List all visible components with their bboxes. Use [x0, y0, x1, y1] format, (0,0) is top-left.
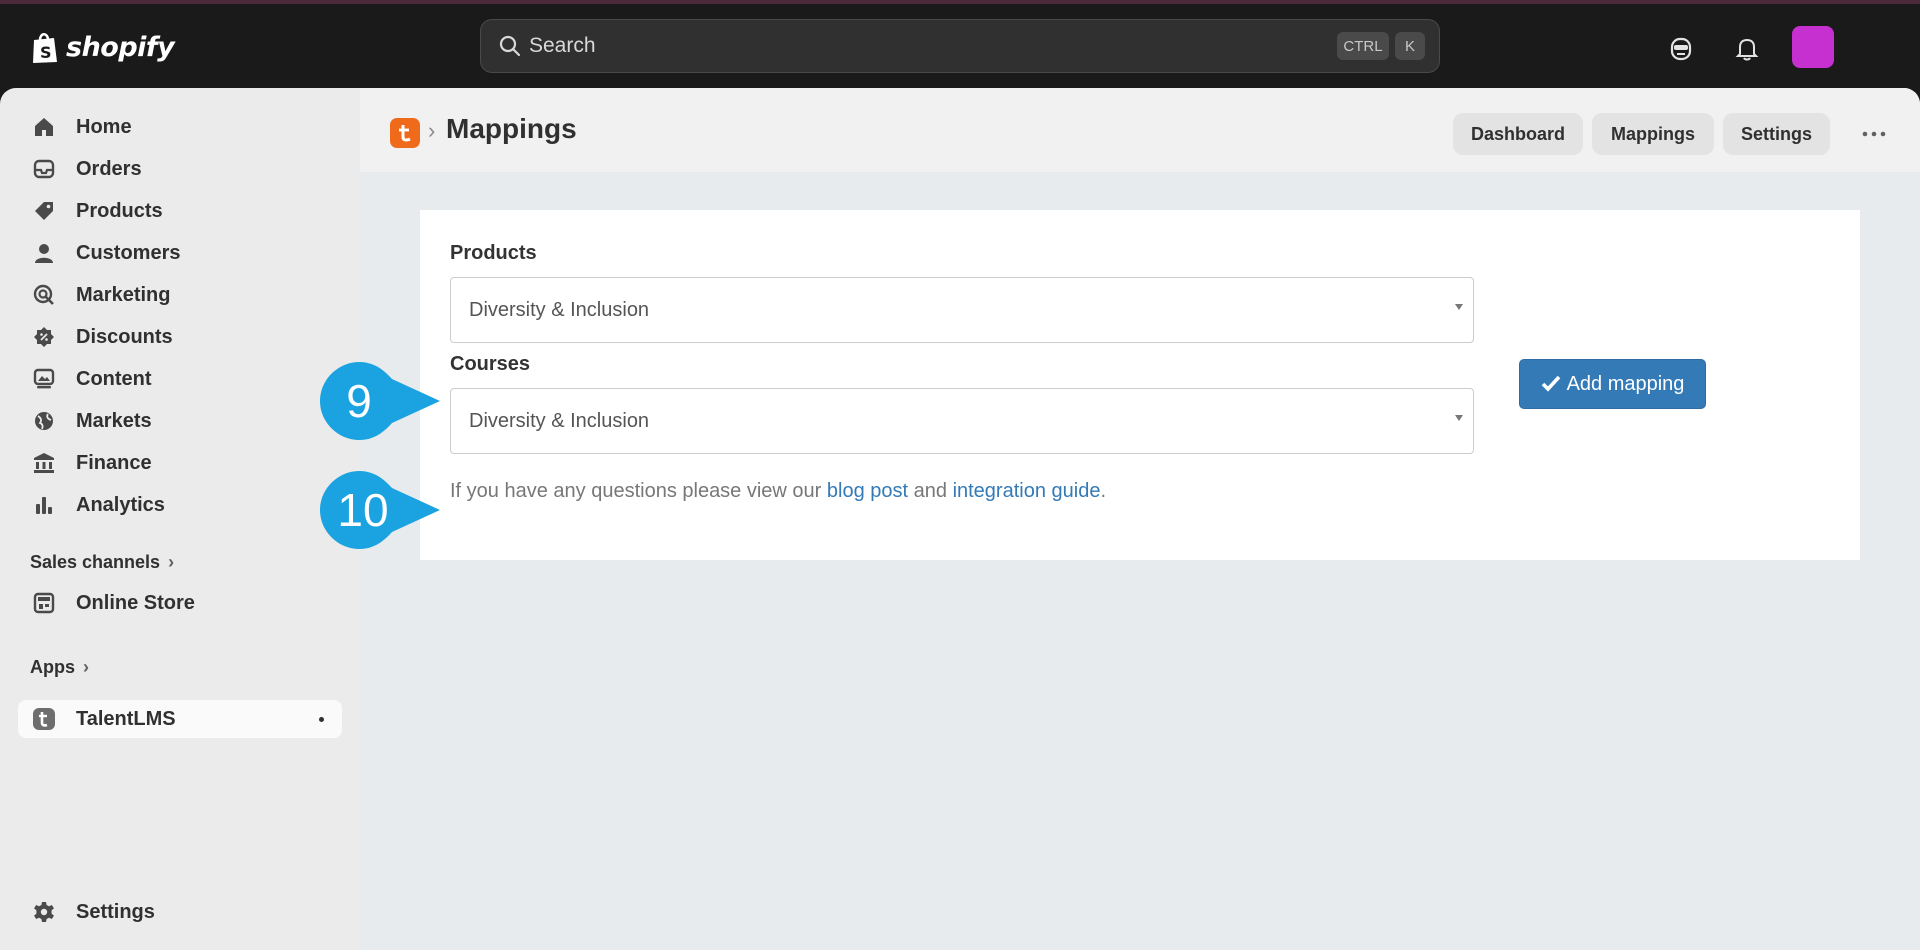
- top-bar: S shopify Search CTRL K: [0, 4, 1920, 88]
- courses-label: Courses: [450, 353, 531, 375]
- sidebar-item-label: Marketing: [76, 283, 171, 306]
- sidebar-item-label: Content: [76, 367, 152, 390]
- callout-number: 9: [346, 375, 372, 427]
- sidebar-item-label: Home: [76, 115, 132, 138]
- talentlms-logo-icon[interactable]: [390, 118, 420, 148]
- add-mapping-button[interactable]: Add mapping: [1519, 359, 1706, 409]
- home-icon: [32, 115, 56, 139]
- callout-number: 10: [337, 484, 389, 536]
- sidebar-item-markets[interactable]: Markets: [18, 402, 342, 440]
- sidebar-item-finance[interactable]: Finance: [18, 444, 342, 482]
- sidebar-item-label: Online Store: [76, 591, 195, 614]
- sidebar-item-label: Customers: [76, 241, 181, 264]
- sidebar-item-label: Analytics: [76, 493, 165, 516]
- dropdown-caret-icon: [1455, 304, 1463, 310]
- chevron-right-icon: ›: [168, 552, 175, 572]
- shortcut-k-key: K: [1395, 32, 1425, 60]
- mapping-form-card: Products Diversity & Inclusion Courses D…: [420, 210, 1860, 560]
- sidebar-item-orders[interactable]: Orders: [18, 150, 342, 188]
- image-icon: [32, 367, 56, 391]
- products-label: Products: [450, 242, 537, 264]
- shortcut-ctrl-key: CTRL: [1337, 32, 1389, 60]
- search-icon: [499, 35, 521, 57]
- bell-icon[interactable]: [1732, 34, 1762, 64]
- settings-button[interactable]: Settings: [1723, 113, 1830, 155]
- gear-icon: [32, 900, 56, 924]
- sidebar-item-label: TalentLMS: [76, 707, 176, 730]
- tag-icon: [32, 199, 56, 223]
- sidebar-item-settings[interactable]: Settings: [18, 893, 342, 931]
- brand-name: shopify: [66, 31, 175, 63]
- sidebar-item-label: Products: [76, 199, 163, 222]
- sidebar-item-marketing[interactable]: Marketing: [18, 276, 342, 314]
- help-middle: and: [908, 480, 953, 502]
- person-icon: [32, 241, 56, 265]
- user-avatar[interactable]: [1792, 26, 1834, 68]
- apps-label: Apps: [30, 657, 75, 677]
- mappings-button[interactable]: Mappings: [1592, 113, 1714, 155]
- sidebar-item-online-store[interactable]: Online Store: [18, 584, 342, 622]
- sidebar-item-customers[interactable]: Customers: [18, 234, 342, 272]
- sales-channels-label: Sales channels: [30, 552, 161, 572]
- integration-guide-link[interactable]: integration guide: [953, 480, 1101, 502]
- sidebar-item-discounts[interactable]: Discounts: [18, 318, 342, 356]
- sidebar-item-label: Discounts: [76, 325, 173, 348]
- ghost-icon[interactable]: [1666, 34, 1696, 64]
- help-prefix: If you have any questions please view ou…: [450, 480, 827, 502]
- help-text: If you have any questions please view ou…: [450, 480, 1106, 503]
- bank-icon: [32, 451, 56, 475]
- checkmark-icon: [1541, 375, 1560, 392]
- unread-dot: [319, 717, 324, 722]
- sidebar-item-home[interactable]: Home: [18, 108, 342, 146]
- callout-marker-9: 9: [320, 362, 442, 440]
- sidebar: Home Orders Products Customers Marketing…: [0, 88, 360, 950]
- store-icon: [32, 591, 56, 615]
- inbox-icon: [32, 157, 56, 181]
- blog-post-link[interactable]: blog post: [827, 480, 908, 502]
- courses-select[interactable]: Diversity & Inclusion: [450, 388, 1474, 454]
- sidebar-item-analytics[interactable]: Analytics: [18, 486, 342, 524]
- shopify-logo[interactable]: S shopify: [30, 30, 175, 64]
- courses-select-value: Diversity & Inclusion: [469, 410, 650, 432]
- discount-icon: [32, 325, 56, 349]
- breadcrumb-chevron-icon: ›: [428, 118, 436, 143]
- dropdown-caret-icon: [1455, 415, 1463, 421]
- more-actions-icon[interactable]: [1854, 114, 1894, 154]
- search-placeholder: Search: [529, 34, 596, 57]
- sidebar-item-label: Settings: [76, 900, 155, 923]
- sales-channels-header[interactable]: Sales channels ›: [30, 552, 174, 573]
- svg-text:S: S: [40, 43, 52, 62]
- page-header: › Mappings Dashboard Mappings Settings: [360, 88, 1920, 172]
- bar-chart-icon: [32, 493, 56, 517]
- sidebar-item-content[interactable]: Content: [18, 360, 342, 398]
- help-suffix: .: [1100, 480, 1107, 502]
- sidebar-item-label: Finance: [76, 451, 152, 474]
- apps-header[interactable]: Apps ›: [30, 657, 89, 678]
- main-content: › Mappings Dashboard Mappings Settings P…: [320, 88, 1920, 950]
- sidebar-item-label: Orders: [76, 157, 142, 180]
- sidebar-item-talentlms[interactable]: TalentLMS: [18, 700, 342, 738]
- dashboard-button[interactable]: Dashboard: [1453, 113, 1583, 155]
- page-title: Mappings: [446, 113, 577, 144]
- sidebar-item-products[interactable]: Products: [18, 192, 342, 230]
- add-mapping-label: Add mapping: [1566, 372, 1685, 395]
- chevron-right-icon: ›: [83, 657, 89, 677]
- products-select-value: Diversity & Inclusion: [469, 299, 650, 321]
- talentlms-app-icon: [32, 707, 56, 731]
- sidebar-item-label: Markets: [76, 409, 152, 432]
- globe-icon: [32, 409, 56, 433]
- shopify-bag-icon: S: [33, 33, 57, 63]
- search-bar[interactable]: Search CTRL K: [480, 19, 1440, 73]
- callout-marker-10: 10: [320, 471, 442, 549]
- target-icon: [32, 283, 56, 307]
- products-select[interactable]: Diversity & Inclusion: [450, 277, 1474, 343]
